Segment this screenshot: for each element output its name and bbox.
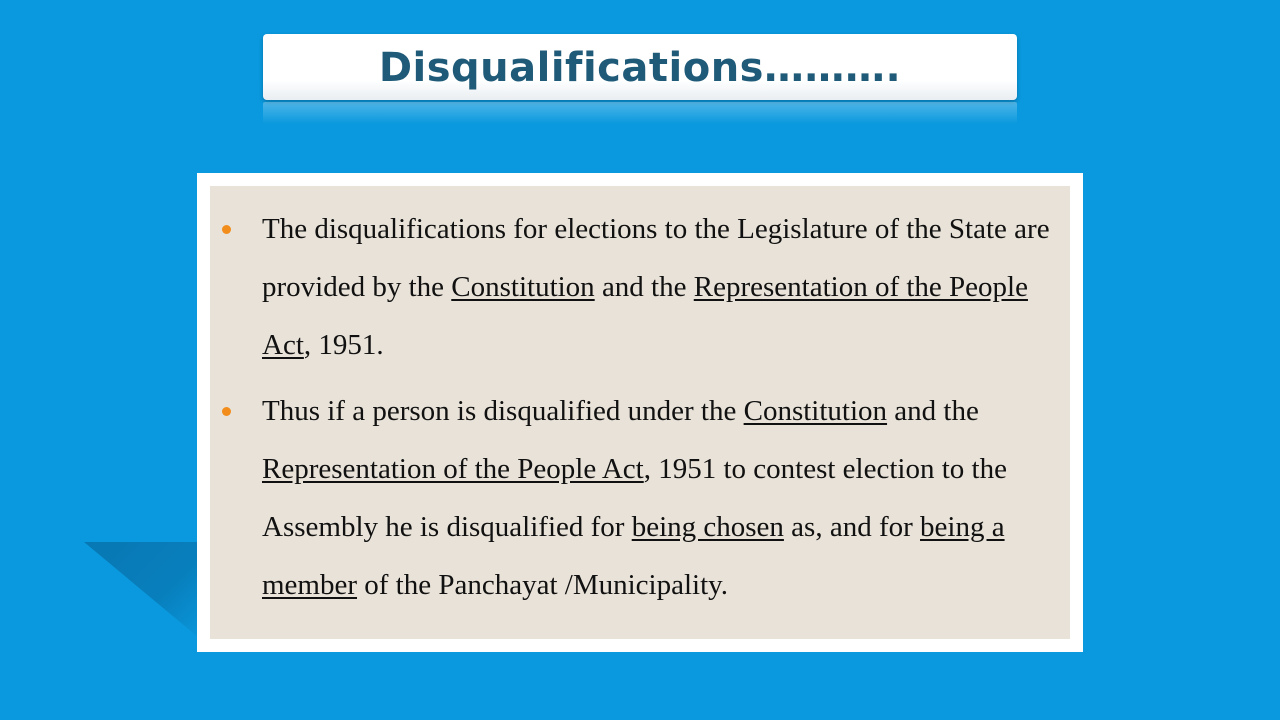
underlined-term: Constitution [451, 271, 595, 303]
bullet-item: Thus if a person is disqualified under t… [222, 382, 1052, 614]
bullet-text: and the [594, 271, 694, 303]
slide: Disqualifications………. The disqualificati… [0, 0, 1280, 720]
bullet-item: The disqualifications for elections to t… [222, 200, 1052, 374]
content-card-body: The disqualifications for elections to t… [210, 186, 1070, 639]
underlined-term: Representation of the People Act [262, 453, 644, 485]
bullet-text: Thus if a person is disqualified under t… [262, 395, 744, 427]
underlined-term: being chosen [631, 511, 784, 543]
card-shadow-decoration [84, 542, 204, 642]
bullet-text: , 1951. [303, 329, 384, 361]
content-card: The disqualifications for elections to t… [197, 173, 1083, 652]
bullet-dot-icon [222, 407, 231, 416]
bullet-text: as, and for [783, 511, 921, 543]
slide-title: Disqualifications………. [378, 45, 902, 91]
bullet-text: of the Panchayat /Municipality. [357, 569, 729, 601]
bullet-text: and the [887, 395, 979, 427]
underlined-term: Constitution [743, 395, 888, 427]
title-banner: Disqualifications………. [263, 34, 1017, 100]
bullet-list: The disqualifications for elections to t… [222, 200, 1052, 622]
bullet-dot-icon [222, 225, 231, 234]
title-reflection [263, 102, 1017, 124]
